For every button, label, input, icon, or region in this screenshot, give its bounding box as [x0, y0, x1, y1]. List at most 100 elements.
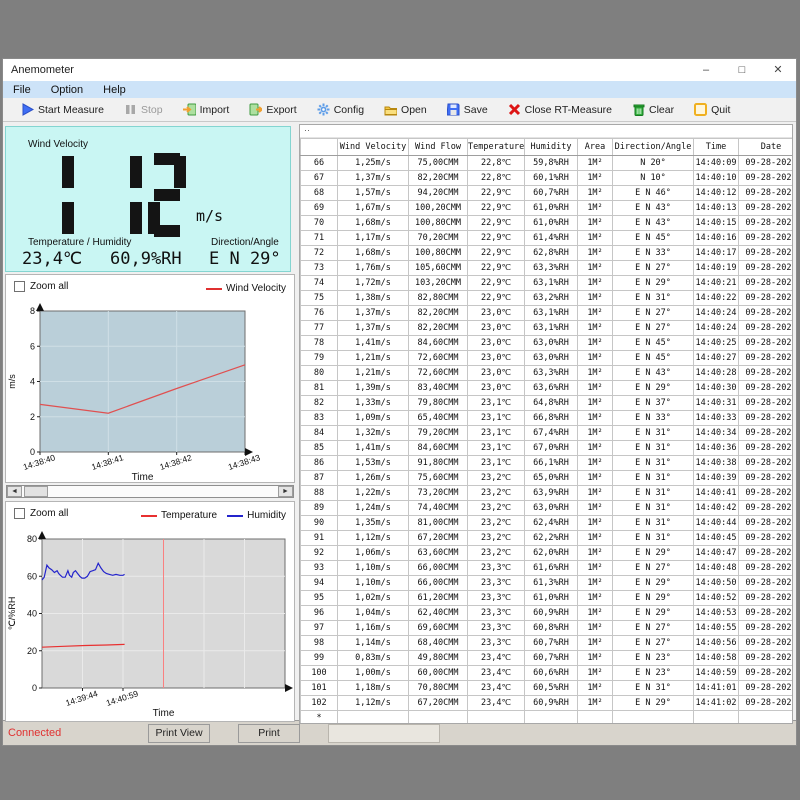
print-button[interactable]: Print — [238, 724, 300, 743]
table-row[interactable]: 701,68m/s100,80CMM22,9℃61,0%RH1M²E N 43°… — [301, 216, 794, 231]
menu-help[interactable]: Help — [93, 84, 136, 96]
table-row[interactable]: 841,32m/s79,20CMM23,1℃67,4%RH1M²E N 31°1… — [301, 426, 794, 441]
table-cell: E N 31° — [613, 486, 694, 501]
table-row[interactable]: 771,37m/s82,20CMM23,0℃63,1%RH1M²E N 27°1… — [301, 321, 794, 336]
table-row[interactable]: 741,72m/s103,20CMM22,9℃63,1%RH1M²E N 29°… — [301, 276, 794, 291]
table-row[interactable]: 821,33m/s79,80CMM23,1℃64,8%RH1M²E N 37°1… — [301, 396, 794, 411]
table-cell: 1M² — [578, 606, 613, 621]
table-row[interactable]: 851,41m/s84,60CMM23,1℃67,0%RH1M²E N 31°1… — [301, 441, 794, 456]
table-row[interactable]: 661,25m/s75,00CMM22,8℃59,8%RH1M²N 20°14:… — [301, 156, 794, 171]
table-cell: 75,60CMM — [409, 471, 468, 486]
table-row[interactable]: 1011,18m/s70,80CMM23,4℃60,5%RH1M²E N 31°… — [301, 681, 794, 696]
close-rt-measure-button[interactable]: Close RT-Measure — [498, 98, 622, 121]
svg-text:Time: Time — [132, 472, 154, 482]
export-button[interactable]: Export — [239, 98, 306, 121]
table-cell: 09-28-2021 — [739, 156, 794, 171]
column-header: Date — [739, 139, 794, 156]
lcd-direction-label: Direction/Angle — [211, 237, 279, 248]
import-button[interactable]: Import — [173, 98, 240, 121]
table-cell: 1M² — [578, 696, 613, 711]
row-header: 91 — [301, 531, 338, 546]
table-row[interactable]: 891,24m/s74,40CMM23,2℃63,0%RH1M²E N 31°1… — [301, 501, 794, 516]
table-cell: 22,8℃ — [468, 156, 525, 171]
zoom-all-checkbox-1[interactable] — [14, 281, 25, 292]
table-row[interactable]: 801,21m/s72,60CMM23,0℃63,3%RH1M²E N 43°1… — [301, 366, 794, 381]
table-cell: 09-28-2021 — [739, 366, 794, 381]
table-row[interactable]: 990,83m/s49,80CMM23,4℃60,7%RH1M²E N 23°1… — [301, 651, 794, 666]
minimize-button[interactable]: – — [688, 59, 724, 81]
table-row[interactable]: 901,35m/s81,00CMM23,2℃62,4%RH1M²E N 31°1… — [301, 516, 794, 531]
close-button[interactable]: ✕ — [760, 59, 796, 81]
table-row[interactable]: 711,17m/s70,20CMM22,9℃61,4%RH1M²E N 45°1… — [301, 231, 794, 246]
scroll-left-arrow-icon[interactable]: ◄ — [7, 486, 22, 497]
table-cell: 1,17m/s — [338, 231, 409, 246]
scrollbar-thumb[interactable] — [24, 486, 48, 497]
table-row[interactable]: 871,26m/s75,60CMM23,2℃65,0%RH1M²E N 31°1… — [301, 471, 794, 486]
table-row[interactable]: 861,53m/s91,80CMM23,1℃66,1%RH1M²E N 31°1… — [301, 456, 794, 471]
stop-button[interactable]: Stop — [114, 98, 173, 121]
table-row[interactable]: 681,57m/s94,20CMM22,9℃60,7%RH1M²E N 46°1… — [301, 186, 794, 201]
svg-text:14:38:40: 14:38:40 — [22, 452, 57, 472]
table-cell: 23,0℃ — [468, 351, 525, 366]
table-cell: 1M² — [578, 231, 613, 246]
menu-file[interactable]: File — [3, 84, 41, 96]
quit-button[interactable]: Quit — [684, 98, 740, 121]
table-cell: 14:40:17 — [694, 246, 739, 261]
table-cell: 09-28-2021 — [739, 576, 794, 591]
table-row[interactable]: 721,68m/s100,80CMM22,9℃62,8%RH1M²E N 33°… — [301, 246, 794, 261]
table-row[interactable]: 761,37m/s82,20CMM23,0℃63,1%RH1M²E N 27°1… — [301, 306, 794, 321]
table-row[interactable]: 971,16m/s69,60CMM23,3℃60,8%RH1M²E N 27°1… — [301, 621, 794, 636]
table-row[interactable]: 881,22m/s73,20CMM23,2℃63,9%RH1M²E N 31°1… — [301, 486, 794, 501]
stop-label: Stop — [141, 104, 163, 116]
table-row[interactable]: 981,14m/s68,40CMM23,3℃60,7%RH1M²E N 27°1… — [301, 636, 794, 651]
save-button[interactable]: Save — [437, 98, 498, 121]
table-cell: 09-28-2021 — [739, 561, 794, 576]
table-row[interactable]: 781,41m/s84,60CMM23,0℃63,0%RH1M²E N 45°1… — [301, 336, 794, 351]
table-row[interactable]: 931,10m/s66,00CMM23,3℃61,6%RH1M²E N 27°1… — [301, 561, 794, 576]
config-button[interactable]: Config — [307, 98, 374, 121]
open-button[interactable]: Open — [374, 98, 437, 121]
table-row[interactable]: 1001,00m/s60,00CMM23,4℃60,6%RH1M²E N 23°… — [301, 666, 794, 681]
scroll-right-arrow-icon[interactable]: ► — [278, 486, 293, 497]
table-row[interactable]: 911,12m/s67,20CMM23,2℃62,2%RH1M²E N 31°1… — [301, 531, 794, 546]
table-cell: 09-28-2021 — [739, 411, 794, 426]
maximize-button[interactable]: □ — [724, 59, 760, 81]
table-row[interactable]: 921,06m/s63,60CMM23,2℃62,0%RH1M²E N 29°1… — [301, 546, 794, 561]
row-header: 69 — [301, 201, 338, 216]
table-row[interactable]: 831,09m/s65,40CMM23,1℃66,8%RH1M²E N 33°1… — [301, 411, 794, 426]
table-row[interactable]: 951,02m/s61,20CMM23,3℃61,0%RH1M²E N 29°1… — [301, 591, 794, 606]
table-cell: 63,9%RH — [525, 486, 578, 501]
table-cell: 67,0%RH — [525, 441, 578, 456]
clear-button[interactable]: Clear — [622, 98, 684, 121]
chart-horizontal-scrollbar[interactable]: ◄ ► — [6, 485, 294, 498]
table-cell: 14:40:59 — [694, 666, 739, 681]
zoom-all-checkbox-2[interactable] — [14, 508, 25, 519]
table-row[interactable]: 731,76m/s105,60CMM22,9℃63,3%RH1M²E N 27°… — [301, 261, 794, 276]
table-row[interactable]: 941,10m/s66,00CMM23,3℃61,3%RH1M²E N 29°1… — [301, 576, 794, 591]
table-cell: 14:40:10 — [694, 171, 739, 186]
table-cell: 23,0℃ — [468, 336, 525, 351]
table-cell: 1M² — [578, 576, 613, 591]
temperature-legend-label: Temperature — [161, 510, 217, 521]
table-cell: 1,00m/s — [338, 666, 409, 681]
table-row[interactable]: 961,04m/s62,40CMM23,3℃60,9%RH1M²E N 29°1… — [301, 606, 794, 621]
svg-text:6: 6 — [30, 341, 35, 351]
table-cell: 1M² — [578, 156, 613, 171]
scrollbar-track[interactable] — [22, 486, 278, 497]
table-cell: E N 31° — [613, 531, 694, 546]
table-row[interactable]: 691,67m/s100,20CMM22,9℃61,0%RH1M²E N 43°… — [301, 201, 794, 216]
table-cell: 81,00CMM — [409, 516, 468, 531]
table-cell: 23,1℃ — [468, 396, 525, 411]
table-row[interactable]: * — [301, 711, 794, 725]
table-row[interactable]: 811,39m/s83,40CMM23,0℃63,6%RH1M²E N 29°1… — [301, 381, 794, 396]
table-row[interactable]: 671,37m/s82,20CMM22,8℃60,1%RH1M²N 10°14:… — [301, 171, 794, 186]
table-cell: 14:40:31 — [694, 396, 739, 411]
table-row[interactable]: 791,21m/s72,60CMM23,0℃63,0%RH1M²E N 45°1… — [301, 351, 794, 366]
row-header: 73 — [301, 261, 338, 276]
print-view-button[interactable]: Print View — [148, 724, 210, 743]
table-row[interactable]: 751,38m/s82,80CMM22,9℃63,2%RH1M²E N 31°1… — [301, 291, 794, 306]
menu-option[interactable]: Option — [41, 84, 93, 96]
table-cell: 72,60CMM — [409, 351, 468, 366]
table-row[interactable]: 1021,12m/s67,20CMM23,4℃60,9%RH1M²E N 29°… — [301, 696, 794, 711]
start-measure-button[interactable]: Start Measure — [11, 98, 114, 121]
